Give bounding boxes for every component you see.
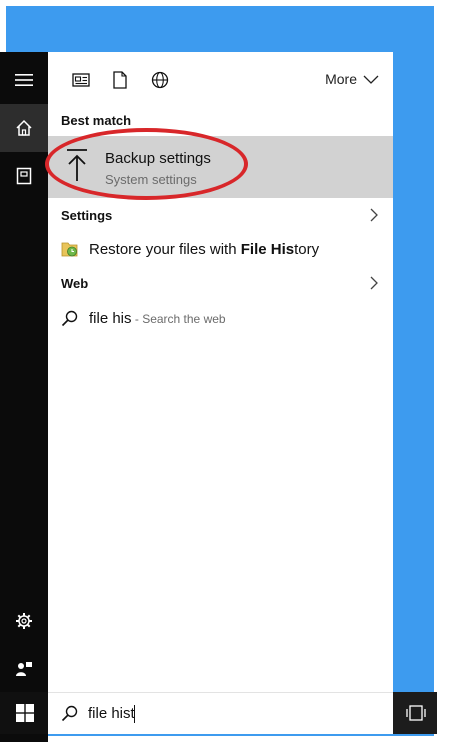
task-view-button[interactable] (393, 692, 437, 734)
task-view-icon (406, 705, 426, 721)
gear-icon (16, 613, 32, 629)
notebook-button[interactable] (0, 152, 48, 200)
text-caret (134, 705, 135, 723)
cortana-rail (0, 52, 48, 742)
home-icon (16, 119, 32, 136)
apps-filter-button[interactable] (70, 70, 92, 90)
document-icon (113, 71, 127, 89)
hamburger-icon (15, 74, 33, 86)
file-history-result[interactable]: Restore your files with File History (48, 232, 393, 266)
documents-filter-button[interactable] (109, 70, 131, 90)
web-query-text: file his - Search the web (89, 310, 226, 327)
web-chevron-right-icon[interactable] (369, 276, 379, 290)
web-search-result[interactable]: file his - Search the web (48, 302, 393, 336)
feedback-button[interactable] (0, 645, 48, 693)
web-query: file his (89, 310, 132, 327)
settings-button[interactable] (0, 597, 48, 645)
web-filter-button[interactable] (149, 70, 171, 90)
notebook-icon (16, 167, 32, 185)
filter-toolbar: More (48, 52, 393, 106)
home-button[interactable] (0, 104, 48, 152)
search-input[interactable]: file hist (88, 705, 135, 722)
globe-icon (151, 71, 169, 89)
search-box[interactable]: file hist (48, 692, 393, 734)
start-button[interactable] (0, 692, 48, 734)
screenshot-frame: More Best match Backup settings System s… (0, 0, 454, 747)
file-history-label-bold: File His (240, 241, 295, 258)
web-heading: Web (61, 276, 89, 291)
web-hint: - Search the web (131, 312, 226, 326)
feedback-icon (16, 662, 32, 676)
file-history-label-prefix: Restore your files with (89, 241, 241, 258)
annotation-oval (45, 128, 248, 200)
search-icon (61, 310, 78, 327)
search-icon (61, 705, 78, 722)
file-history-icon (61, 242, 78, 257)
more-filters-button[interactable]: More (325, 71, 379, 87)
chevron-down-icon (363, 75, 379, 84)
settings-heading: Settings (61, 208, 113, 223)
settings-chevron-right-icon[interactable] (369, 208, 379, 222)
file-history-label-suffix: tory (294, 241, 320, 258)
news-icon (72, 73, 90, 87)
file-history-label: Restore your files with File History (89, 241, 319, 258)
hamburger-menu-button[interactable] (0, 56, 48, 104)
windows-logo-icon (16, 704, 34, 722)
best-match-heading: Best match (61, 113, 132, 128)
search-results-panel: More Best match Backup settings System s… (45, 52, 393, 692)
more-label: More (325, 71, 357, 87)
